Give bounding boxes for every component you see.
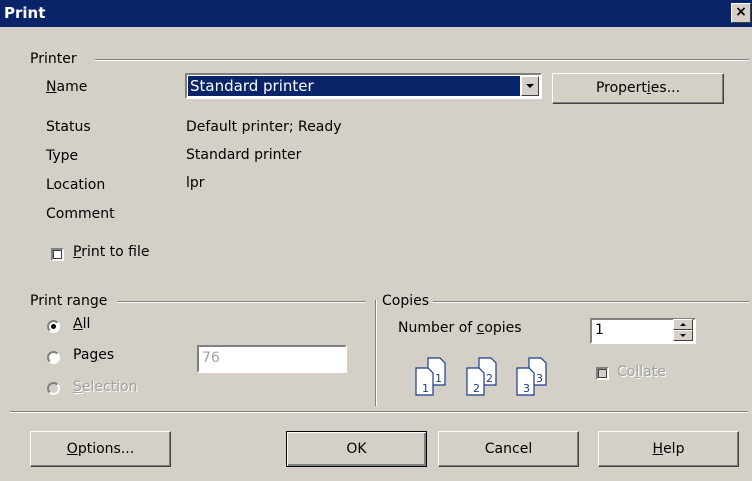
options-button[interactable]: Options... [30, 431, 171, 467]
radio-all[interactable] [47, 320, 60, 333]
printer-group-line [95, 59, 749, 61]
collate-pages-icon: 3 3 [516, 357, 547, 396]
sample-page-label: 2 [486, 372, 493, 385]
print-range-group-label: Print range [30, 293, 108, 309]
help-button[interactable]: Help [598, 431, 739, 467]
close-icon: × [735, 4, 747, 20]
window-title: Print [4, 4, 46, 22]
copies-stepper[interactable] [673, 319, 695, 343]
status-label: Status [46, 119, 91, 135]
collate-pages-icon: 2 2 [466, 357, 497, 396]
copies-group-label: Copies [382, 293, 430, 309]
print-to-file-label: Print to file [73, 244, 150, 260]
radio-all-label: All [73, 316, 91, 332]
collate-pages-icon: 1 1 [415, 357, 446, 396]
printer-name-dropdown[interactable]: Standard printer [185, 73, 542, 99]
number-of-copies-label: Number of copies [398, 320, 522, 336]
spin-down-icon[interactable] [673, 330, 693, 341]
radio-pages-label: Pages [73, 347, 115, 363]
print-to-file-checkbox[interactable] [51, 248, 64, 261]
chevron-down-icon[interactable] [521, 76, 539, 96]
cancel-button[interactable]: Cancel [438, 431, 579, 467]
collate-label: Collate [617, 364, 666, 380]
printer-group-label: Printer [30, 51, 77, 67]
sample-page-label: 1 [422, 382, 429, 395]
location-label: Location [46, 177, 106, 193]
spin-up-icon[interactable] [673, 319, 693, 330]
ok-button-label: OK [346, 441, 367, 457]
sample-page-label: 3 [523, 382, 530, 395]
name-label: Name [46, 79, 88, 95]
sample-page-label: 1 [435, 372, 442, 385]
close-button[interactable]: × [731, 3, 751, 23]
collate-checkbox [596, 367, 609, 380]
ok-button[interactable]: OK [286, 431, 427, 467]
location-value: lpr [186, 175, 205, 191]
print-range-group-line [117, 301, 366, 303]
button-row-separator [10, 411, 748, 413]
pages-input[interactable]: 76 [197, 345, 347, 373]
type-label: Type [46, 148, 79, 164]
sample-page-label: 3 [536, 372, 543, 385]
printer-name-value: Standard printer [188, 76, 520, 96]
title-bar: Print × [0, 0, 752, 27]
radio-selection-label: Selection [73, 379, 138, 395]
type-value: Standard printer [186, 147, 302, 163]
group-separator [375, 300, 377, 406]
radio-selection [47, 382, 60, 395]
radio-pages[interactable] [47, 351, 60, 364]
cancel-button-label: Cancel [484, 441, 533, 457]
status-value: Default printer; Ready [186, 119, 342, 135]
properties-button[interactable]: Properties... [552, 73, 724, 104]
sample-page-label: 2 [473, 382, 480, 395]
copies-group-line [433, 301, 749, 303]
comment-label: Comment [46, 206, 115, 222]
